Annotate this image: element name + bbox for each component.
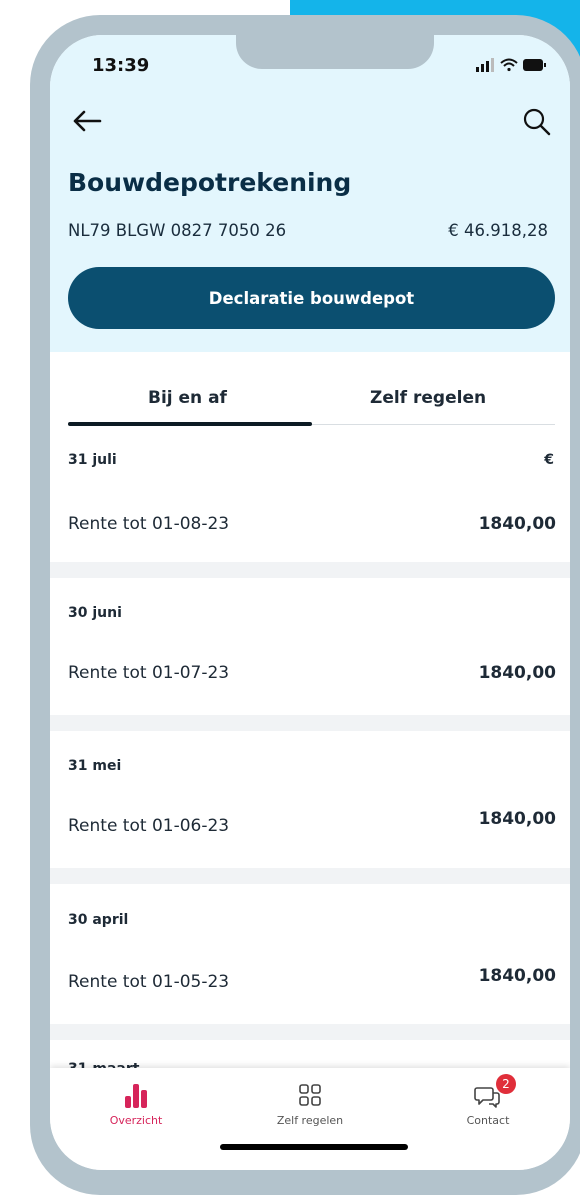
account-balance: € 46.918,28	[448, 221, 548, 240]
group-separator	[50, 1024, 570, 1040]
tab-bij-en-af[interactable]: Bij en af	[148, 388, 227, 408]
transaction-group: 30 april Rente tot 01-05-23 1840,00	[50, 884, 570, 1024]
transaction-amount: 1840,00	[478, 809, 556, 829]
transaction-group: 30 juni Rente tot 01-07-23 1840,00	[50, 578, 570, 715]
page-title: Bouwdepotrekening	[68, 168, 352, 197]
transaction-amount: 1840,00	[478, 966, 556, 986]
tab-active-indicator	[68, 422, 312, 426]
transaction-description[interactable]: Rente tot 01-07-23	[68, 663, 229, 683]
grid-icon	[299, 1084, 321, 1106]
transaction-group: 31 juli € Rente tot 01-08-23 1840,00	[50, 429, 570, 562]
status-time: 13:39	[92, 55, 150, 76]
nav-contact[interactable]: 2 Contact	[428, 1074, 548, 1127]
battery-icon	[523, 59, 546, 71]
tab-bar: Bij en af Zelf regelen	[68, 352, 555, 427]
bottom-nav: Overzicht Zelf regelen 2 Contact	[50, 1068, 570, 1170]
bar-chart-icon	[125, 1084, 147, 1108]
group-separator	[50, 868, 570, 884]
phone-notch	[236, 35, 434, 69]
home-indicator[interactable]	[220, 1144, 408, 1150]
transaction-date: 30 juni	[68, 605, 122, 621]
transaction-amount: 1840,00	[478, 514, 556, 534]
nav-overzicht[interactable]: Overzicht	[76, 1080, 196, 1127]
transaction-date: 31 mei	[68, 758, 122, 774]
nav-label: Overzicht	[109, 1114, 163, 1127]
transaction-amount: 1840,00	[478, 663, 556, 683]
nav-label: Contact	[466, 1114, 510, 1127]
transaction-description[interactable]: Rente tot 01-05-23	[68, 972, 229, 992]
tab-zelf-regelen[interactable]: Zelf regelen	[370, 388, 486, 408]
currency-label: €	[544, 452, 554, 468]
notification-badge: 2	[496, 1074, 516, 1094]
signal-icon	[476, 58, 494, 72]
group-separator	[50, 715, 570, 731]
wifi-icon	[500, 58, 518, 72]
status-icons	[476, 58, 546, 72]
transaction-date: 30 april	[68, 912, 129, 928]
declaration-button[interactable]: Declaratie bouwdepot	[68, 267, 555, 329]
search-icon[interactable]	[522, 107, 552, 137]
nav-zelf-regelen[interactable]: Zelf regelen	[250, 1080, 370, 1127]
nav-label: Zelf regelen	[276, 1114, 344, 1127]
transaction-description[interactable]: Rente tot 01-06-23	[68, 816, 229, 836]
account-iban: NL79 BLGW 0827 7050 26	[68, 221, 287, 240]
arrow-left-icon[interactable]	[70, 107, 104, 135]
phone-screen: 13:39 Bouwdepotrekening NL79 BLGW 0827 7…	[50, 35, 570, 1170]
transaction-description[interactable]: Rente tot 01-08-23	[68, 514, 229, 534]
account-header: 13:39 Bouwdepotrekening NL79 BLGW 0827 7…	[50, 35, 570, 352]
group-separator	[50, 562, 570, 578]
transaction-group: 31 mei Rente tot 01-06-23 1840,00	[50, 731, 570, 868]
transaction-date: 31 juli	[68, 452, 117, 468]
